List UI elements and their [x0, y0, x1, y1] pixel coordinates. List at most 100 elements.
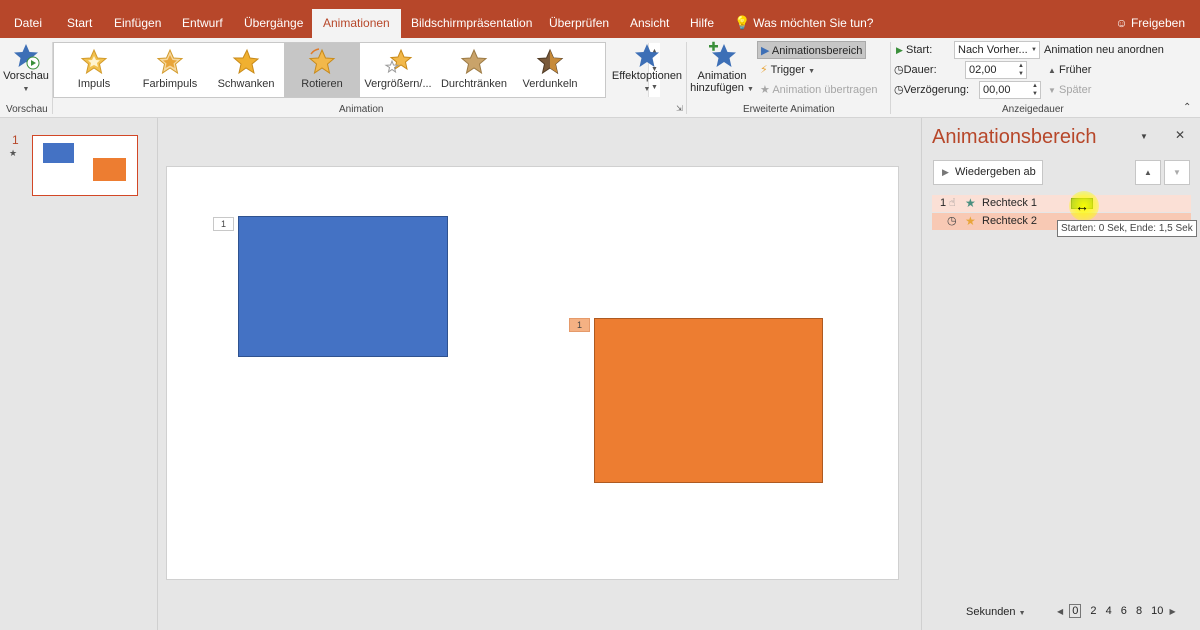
chevron-down-icon: ▼ [643, 86, 651, 93]
add-animation-label-2: hinzufügen [690, 82, 744, 94]
duration-spinner[interactable]: 02,00 ▲ ▼ [965, 61, 1027, 79]
delay-spinner[interactable]: 00,00 ▲ ▼ [979, 81, 1041, 99]
tell-me-box[interactable]: 💡 Was möchten Sie tun? [734, 0, 873, 38]
gallery-label: Vergrößern/... [364, 78, 432, 90]
gallery-label: Durchtränken [440, 78, 508, 90]
effect-options-label: Effektoptionen [611, 70, 683, 82]
delay-clock-icon: ◷ [894, 84, 904, 96]
reorder-title: Animation neu anordnen [1044, 44, 1164, 56]
gallery-label: Impuls [77, 78, 111, 90]
scale-tick: 0 [1069, 604, 1082, 618]
group-divider [686, 42, 687, 114]
move-up-button[interactable]: ▲ [1135, 160, 1161, 185]
scale-left-icon[interactable]: ◀ [1057, 607, 1063, 616]
title-tab-bar: Datei Start Einfügen Entwurf Übergänge A… [0, 0, 1200, 38]
resize-cursor-icon: ↔ [1075, 198, 1089, 214]
tell-me-text: Was möchten Sie tun? [753, 16, 874, 30]
star-play-icon [14, 44, 40, 70]
scale-tick: 4 [1105, 605, 1112, 617]
preview-button[interactable]: Vorschau ▼ [3, 42, 49, 94]
shape-rechteck-1[interactable] [238, 216, 448, 357]
timeline-scale: ◀ 0 2 4 6 8 10 ▶ [1057, 604, 1176, 618]
gallery-label: Verdunkeln [522, 78, 578, 90]
clock-icon: ◷ [947, 215, 957, 227]
spinner-arrows-icon: ▲ ▼ [1032, 83, 1038, 97]
scale-tick: 10 [1151, 605, 1164, 617]
play-icon: ▶ [942, 167, 949, 177]
scale-tick: 8 [1135, 605, 1143, 617]
move-later-button[interactable]: ▼ Später [1048, 81, 1091, 99]
effect-options-button[interactable]: Effektoptionen ▼ [609, 42, 685, 94]
slide-thumbnail[interactable] [32, 135, 138, 196]
chevron-down-icon: ▼ [808, 68, 816, 75]
gallery-label: Rotieren [301, 78, 343, 90]
tab-ueberpruefen[interactable]: Überprüfen [549, 0, 609, 38]
group-label-preview: Vorschau [6, 104, 48, 115]
teeter-star-icon [232, 48, 260, 75]
seconds-dropdown[interactable]: Sekunden ▼ [966, 606, 1026, 618]
add-animation-button[interactable]: Animation hinzufügen ▼ [688, 40, 756, 94]
tab-animationen[interactable]: Animationen [312, 9, 401, 38]
star-plus-icon [709, 41, 736, 67]
tab-entwurf[interactable]: Entwurf [182, 0, 223, 38]
start-value: Nach Vorher... [958, 44, 1028, 56]
chevron-down-icon: ▼ [1031, 47, 1037, 53]
group-divider [890, 42, 891, 114]
shape-rechteck-2[interactable] [594, 318, 823, 483]
star-icon [635, 44, 659, 67]
tab-uebergaenge[interactable]: Übergänge [244, 0, 303, 38]
tab-hilfe[interactable]: Hilfe [690, 0, 714, 38]
chevron-down-icon: ▼ [22, 86, 30, 93]
painter-icon: ★ [760, 84, 770, 96]
arrow-up-icon: ▲ [1048, 66, 1056, 75]
tab-start[interactable]: Start [67, 0, 92, 38]
animation-pane-label: Animationsbereich [771, 45, 863, 57]
close-icon[interactable]: ✕ [1175, 128, 1185, 142]
tab-einfuegen[interactable]: Einfügen [114, 0, 161, 38]
slide-canvas[interactable]: 1 1 [166, 166, 899, 580]
scale-tick: 2 [1090, 605, 1097, 617]
pane-options-icon[interactable]: ▼ [1140, 132, 1148, 141]
collapse-ribbon-icon[interactable]: ⌃ [1183, 102, 1191, 113]
animation-pane-title: Animationsbereich [932, 126, 1097, 148]
group-label-timing: Anzeigedauer [1002, 104, 1064, 115]
play-icon: ▶ [896, 45, 903, 55]
tab-bildschirmpraesentation[interactable]: Bildschirmpräsentation [411, 0, 532, 38]
move-earlier-button[interactable]: ▲ Früher [1048, 61, 1091, 79]
play-from-button[interactable]: ▶ Wiedergeben ab [933, 160, 1043, 185]
scale-tick: 6 [1120, 605, 1127, 617]
tab-datei[interactable]: Datei [14, 0, 42, 38]
clock-icon: ◷ [894, 64, 904, 76]
gallery-item-impuls[interactable]: Impuls [56, 43, 132, 97]
slide-thumbnails-pane: 1 ★ [0, 118, 158, 630]
group-label-animation: Animation [339, 104, 384, 115]
timing-tooltip: Starten: 0 Sek, Ende: 1,5 Sek [1057, 220, 1197, 237]
gallery-item-durchtraenken[interactable]: Durchtränken [436, 43, 512, 97]
dialog-launcher-icon[interactable]: ⇲ [676, 104, 683, 113]
gallery-item-rotieren[interactable]: Rotieren [284, 43, 360, 97]
share-button[interactable]: ☺ Freigeben [1115, 0, 1185, 38]
animation-pane-button[interactable]: ▶ Animationsbereich [757, 41, 867, 59]
tab-ansicht[interactable]: Ansicht [630, 0, 669, 38]
gallery-item-schwanken[interactable]: Schwanken [208, 43, 284, 97]
scale-right-icon[interactable]: ▶ [1169, 607, 1175, 616]
start-combobox[interactable]: Nach Vorher... ▼ [954, 41, 1040, 59]
spinner-arrows-icon: ▲ ▼ [1018, 63, 1024, 77]
animation-tag[interactable]: 1 [213, 217, 234, 231]
slide-number: 1 [12, 133, 19, 147]
animation-painter-button[interactable]: ★ Animation übertragen [760, 81, 878, 99]
ribbon: Vorschau ▼ Vorschau Impuls Farbimpuls Sc… [0, 38, 1200, 118]
gallery-item-verdunkeln[interactable]: Verdunkeln [512, 43, 588, 97]
move-down-button[interactable]: ▼ [1164, 160, 1190, 185]
animation-list-item[interactable]: 1 ☝ ★ Rechteck 1 [932, 195, 1191, 212]
gallery-item-vergroessern[interactable]: Vergrößern/... [360, 43, 436, 97]
trigger-button[interactable]: ⚡ Trigger ▼ [760, 61, 815, 79]
animation-tag-selected[interactable]: 1 [569, 318, 590, 332]
darken-star-icon [536, 48, 564, 75]
duration-label: ◷Dauer: [894, 64, 937, 76]
animation-star-icon: ★ [9, 148, 18, 158]
color-pulse-star-icon [156, 48, 184, 75]
gallery-item-farbimpuls[interactable]: Farbimpuls [132, 43, 208, 97]
animation-painter-label: Animation übertragen [772, 84, 878, 96]
preview-label: Vorschau [3, 70, 49, 82]
